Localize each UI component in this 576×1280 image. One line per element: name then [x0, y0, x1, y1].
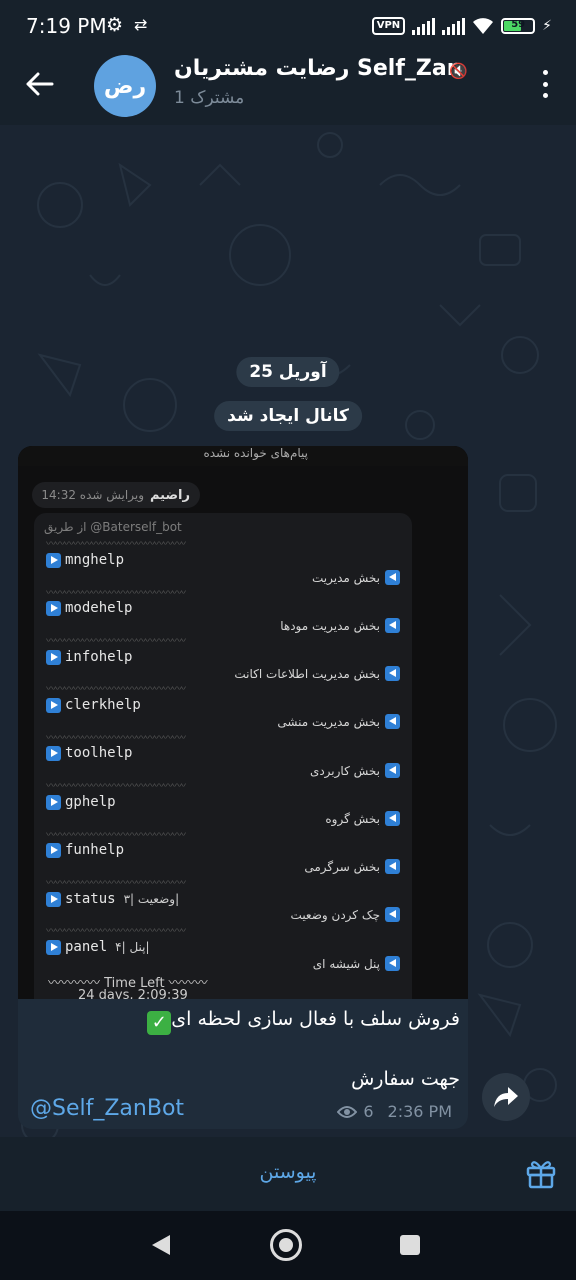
- screenshot-section: بخش مدیریت مودها: [280, 618, 400, 633]
- chat-area[interactable]: 25 آوریل کانال ایجاد شد پیام‌های خوانده …: [0, 125, 576, 1137]
- join-button[interactable]: پیوستن: [0, 1161, 576, 1183]
- screenshot-via: از طریق @Baterself_bot: [44, 520, 182, 534]
- muted-icon: 🔇: [449, 62, 468, 80]
- arrow-left-icon: [26, 72, 54, 96]
- status-time: 7:19 PM: [26, 14, 107, 38]
- screenshot-section: بخش کاربردی: [310, 763, 400, 778]
- screenshot-section: بخش مدیریت منشی: [277, 714, 400, 729]
- signal-icon-2: [442, 17, 466, 35]
- screenshot-command: funhelp: [46, 842, 124, 858]
- date-separator: 25 آوریل: [236, 357, 340, 387]
- charging-icon: ⚡: [542, 18, 552, 34]
- signal-icon: [412, 17, 436, 35]
- channel-title[interactable]: رضایت مشتریان Self_Zan: [174, 56, 462, 81]
- share-arrow-icon: [494, 1087, 518, 1107]
- back-button[interactable]: [22, 66, 58, 102]
- vpn-icon: VPN: [371, 17, 406, 35]
- system-navigation-bar: [0, 1211, 576, 1280]
- checkmark-icon: ✓: [147, 1011, 172, 1035]
- screenshot-command: mnghelp: [46, 552, 124, 568]
- nav-recents-icon[interactable]: [400, 1235, 420, 1255]
- screenshot-section: پنل شیشه ای: [313, 956, 400, 971]
- wifi-icon: [473, 18, 494, 34]
- screenshot-command: gphelp: [46, 794, 116, 810]
- subscriber-count: 1 مشترک: [174, 88, 245, 108]
- screenshot-days: 24 days, 2:09:39: [78, 988, 188, 999]
- screenshot-command: infohelp: [46, 649, 132, 665]
- chat-header: رض رضایت مشتریان Self_Zan 🔇 1 مشترک: [0, 52, 576, 125]
- share-button[interactable]: [482, 1073, 530, 1121]
- screenshot-command: panel پنل |۴|: [46, 939, 150, 955]
- settings-gear-icon: ⚙: [106, 14, 124, 36]
- bot-username-link[interactable]: @Self_ZanBot: [30, 1096, 184, 1121]
- nav-back-icon[interactable]: [150, 1233, 172, 1257]
- screenshot-command: toolhelp: [46, 745, 132, 761]
- post-time: 2:36 PM: [387, 1102, 452, 1121]
- channel-post[interactable]: پیام‌های خوانده نشده ویرایش شده 14:32 را…: [18, 446, 468, 1129]
- gift-icon[interactable]: [526, 1157, 556, 1189]
- view-count: 6: [363, 1102, 374, 1121]
- eye-icon: [337, 1105, 358, 1118]
- screenshot-command: status وضعیت |۳|: [46, 891, 179, 907]
- service-message: کانال ایجاد شد: [214, 401, 362, 431]
- join-bar: پیوستن: [0, 1137, 576, 1211]
- screenshot-section: بخش سرگرمی: [304, 859, 400, 874]
- nav-home-icon[interactable]: [270, 1229, 302, 1261]
- status-bar: 7:19 PM ⚙ ⇄ VPN 59 ⚡: [0, 0, 576, 52]
- post-caption-line1: فروش سلف با فعال سازی لحظه ای✓: [147, 1008, 460, 1035]
- screenshot-section: بخش مدیریت اطلاعات اکانت: [234, 666, 400, 681]
- post-meta: 6 2:36 PM: [337, 1102, 452, 1121]
- screenshot-top-text: پیام‌های خوانده نشده: [18, 446, 468, 466]
- status-icons: VPN 59 ⚡: [371, 14, 552, 38]
- more-menu-button[interactable]: [540, 70, 550, 98]
- screenshot-command: clerkhelp: [46, 697, 141, 713]
- battery-icon: 59: [501, 18, 536, 34]
- post-caption-line2: جهت سفارش: [351, 1068, 460, 1090]
- screenshot-section: چک کردن وضعیت: [291, 907, 400, 922]
- post-screenshot-image[interactable]: پیام‌های خوانده نشده ویرایش شده 14:32 را…: [18, 446, 468, 999]
- screenshot-command: modehelp: [46, 600, 132, 616]
- screenshot-section: بخش مدیریت: [312, 570, 400, 585]
- channel-avatar[interactable]: رض: [94, 55, 156, 117]
- screenshot-section: بخش گروه: [325, 811, 400, 826]
- screenshot-edited-label: ویرایش شده 14:32 راضیم: [32, 482, 200, 508]
- notification-icon: ⇄: [134, 15, 148, 34]
